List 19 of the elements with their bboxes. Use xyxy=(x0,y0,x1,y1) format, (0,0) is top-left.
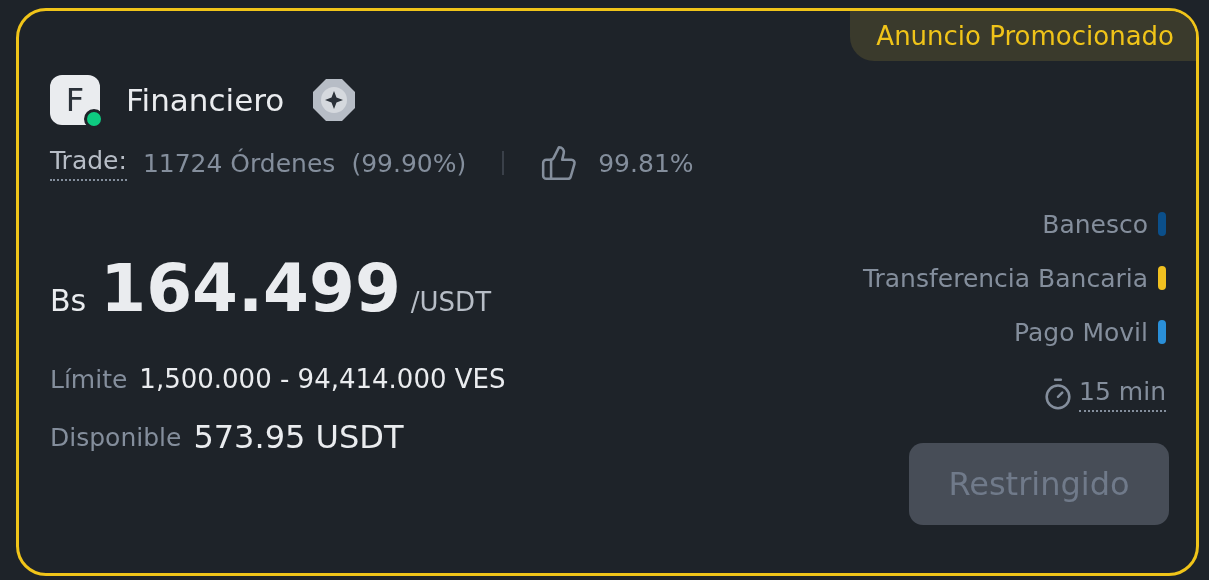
advertiser-name[interactable]: Financiero xyxy=(126,82,285,118)
limit-value: 1,500.000 - 94,414.000 VES xyxy=(139,364,506,394)
available-label: Disponible xyxy=(50,422,182,452)
trade-label: Trade: xyxy=(50,145,127,181)
rating: 99.81% xyxy=(598,148,694,178)
avatar: F xyxy=(50,75,100,125)
available-value: 573.95 USDT xyxy=(193,418,404,456)
payment-method: Transferencia Bancaria xyxy=(862,263,1148,293)
orders-count: 11724 Órdenes xyxy=(142,148,336,178)
completion-rate: (99.90%) xyxy=(351,148,467,178)
time-limit: 15 min xyxy=(1079,376,1166,412)
thumbs-up-icon xyxy=(540,144,579,182)
price: 164.499 xyxy=(100,250,401,327)
payment-method: Pago Movil xyxy=(1014,317,1148,347)
limit-label: Límite xyxy=(50,364,128,394)
price-unit: /USDT xyxy=(410,287,492,317)
promoted-tag: Anuncio Promocionado xyxy=(850,11,1196,61)
payment-method: Banesco xyxy=(1042,209,1148,239)
currency: Bs xyxy=(50,283,87,318)
